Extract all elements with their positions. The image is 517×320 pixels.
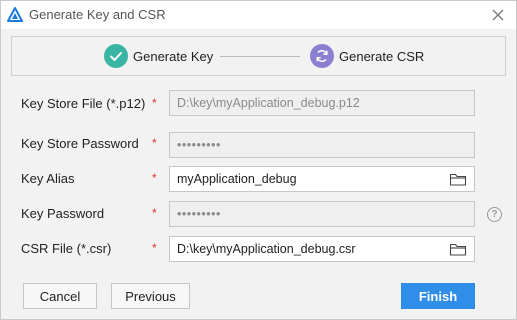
csr-file-label: CSR File (*.csr) [21,241,112,256]
required-marker: * [152,206,157,220]
required-marker: * [152,96,157,110]
close-icon[interactable] [490,7,506,23]
key-alias-field[interactable]: myApplication_debug [169,166,475,192]
key-store-password-value: ••••••••• [177,138,221,152]
csr-file-field[interactable]: D:\key\myApplication_debug.csr [169,236,475,262]
step-generate-key-status [104,44,128,68]
finish-button[interactable]: Finish [401,283,475,309]
csr-file-value[interactable]: D:\key\myApplication_debug.csr [177,242,356,256]
key-store-password-label: Key Store Password [21,136,139,151]
key-store-file-field: D:\key\myApplication_debug.p12 [169,90,475,116]
folder-icon[interactable] [449,172,467,187]
help-icon[interactable]: ? [487,207,502,222]
step-generate-key-label: Generate Key [133,49,214,64]
key-alias-label: Key Alias [21,171,75,186]
required-marker: * [152,241,157,255]
key-store-file-label: Key Store File (*.p12) [21,96,146,111]
window-title: Generate Key and CSR [29,7,166,22]
key-password-value: ••••••••• [177,207,221,221]
refresh-icon [316,50,328,62]
step-generate-csr-label: Generate CSR [339,49,425,64]
key-password-field: ••••••••• [169,201,475,227]
key-store-file-value: D:\key\myApplication_debug.p12 [177,96,360,110]
key-alias-value[interactable]: myApplication_debug [177,172,297,186]
required-marker: * [152,171,157,185]
required-marker: * [152,136,157,150]
step-indicator: Generate Key Generate CSR [11,36,506,76]
key-store-password-field: ••••••••• [169,132,475,158]
cancel-button[interactable]: Cancel [23,283,97,309]
step-generate-csr-status [310,44,334,68]
deveco-logo-icon [7,7,23,22]
step-connector [220,56,300,57]
previous-button[interactable]: Previous [111,283,190,309]
title-bar: Generate Key and CSR [1,1,516,29]
check-icon [110,52,122,61]
generate-key-csr-dialog: Generate Key and CSR Generate Key Genera… [0,0,517,320]
folder-icon[interactable] [449,242,467,257]
key-password-label: Key Password [21,206,105,221]
